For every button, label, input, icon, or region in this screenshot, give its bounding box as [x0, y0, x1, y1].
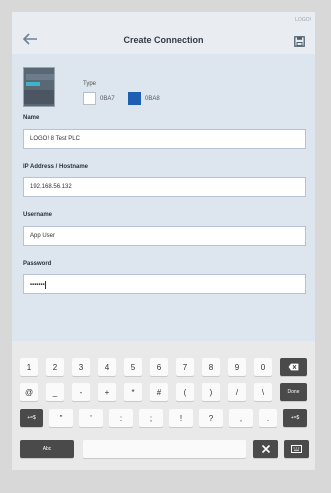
key-colon[interactable]: :	[109, 409, 133, 427]
key-at[interactable]: @	[20, 383, 38, 401]
key-question[interactable]: ?	[199, 409, 223, 427]
type-checkbox-0ba7[interactable]	[83, 92, 96, 105]
username-field[interactable]: App User	[23, 226, 306, 246]
key-6[interactable]: 6	[150, 358, 168, 376]
key-1[interactable]: 1	[20, 358, 38, 376]
key-minus[interactable]: -	[72, 383, 90, 401]
save-icon[interactable]	[294, 34, 305, 47]
key-comma[interactable]: ,	[229, 409, 253, 427]
key-2[interactable]: 2	[46, 358, 64, 376]
app-bar: LOGO! Create Connection	[12, 12, 315, 54]
address-field[interactable]: 192.168.56.132	[23, 177, 306, 197]
space-bar[interactable]	[83, 440, 246, 458]
key-asterisk[interactable]: *	[124, 383, 142, 401]
password-field[interactable]: •••••••	[23, 274, 306, 294]
key-8[interactable]: 8	[202, 358, 220, 376]
tools-icon[interactable]	[253, 440, 278, 458]
password-value: •••••••	[30, 282, 45, 289]
backspace-icon[interactable]	[280, 358, 307, 376]
key-backslash[interactable]: \	[254, 383, 272, 401]
connection-form: Type 0BA7 0BA8 Name LOGO! 8 Test PLC IP …	[12, 54, 315, 341]
type-option-0ba7[interactable]: 0BA7	[83, 92, 115, 105]
key-plus[interactable]: +	[98, 383, 116, 401]
type-checkbox-0ba8[interactable]	[128, 92, 141, 105]
key-semicolon[interactable]: ;	[139, 409, 163, 427]
key-open-paren[interactable]: (	[176, 383, 194, 401]
app-screen: LOGO! Create Connection Type 0BA7 0BA8 N…	[12, 12, 315, 470]
key-9[interactable]: 9	[228, 358, 246, 376]
key-double-quote[interactable]: "	[49, 409, 73, 427]
done-button[interactable]: Done	[280, 383, 307, 401]
key-0[interactable]: 0	[254, 358, 272, 376]
name-label: Name	[23, 115, 40, 121]
type-option-label: 0BA8	[145, 95, 160, 102]
key-hash[interactable]: #	[150, 383, 168, 401]
password-label: Password	[23, 261, 52, 267]
key-5[interactable]: 5	[124, 358, 142, 376]
type-label: Type	[83, 81, 97, 87]
key-single-quote[interactable]: '	[79, 409, 103, 427]
soft-keyboard: 1 2 3 4 5 6 7 8 9 0 @ _ - + * # ( ) / \ …	[12, 341, 315, 470]
device-thumbnail	[23, 67, 55, 107]
username-label: Username	[23, 212, 53, 218]
key-7[interactable]: 7	[176, 358, 194, 376]
address-label: IP Address / Hostname	[23, 164, 89, 170]
key-4[interactable]: 4	[98, 358, 116, 376]
abc-button[interactable]: Abc	[20, 440, 74, 458]
name-field[interactable]: LOGO! 8 Test PLC	[23, 129, 306, 149]
symbols-shift-right-button[interactable]: +=$	[283, 409, 307, 427]
type-option-label: 0BA7	[100, 95, 115, 102]
keyboard-hide-icon[interactable]	[284, 440, 309, 458]
key-underscore[interactable]: _	[46, 383, 64, 401]
key-slash[interactable]: /	[228, 383, 246, 401]
key-3[interactable]: 3	[72, 358, 90, 376]
key-close-paren[interactable]: )	[202, 383, 220, 401]
page-title: Create Connection	[123, 35, 204, 45]
key-exclamation[interactable]: !	[169, 409, 193, 427]
symbols-shift-left-button[interactable]: +=$	[20, 409, 43, 427]
type-option-0ba8[interactable]: 0BA8	[128, 92, 160, 105]
key-period[interactable]: .	[259, 409, 277, 427]
brand-logo: LOGO!	[295, 17, 311, 23]
text-caret	[44, 281, 46, 289]
